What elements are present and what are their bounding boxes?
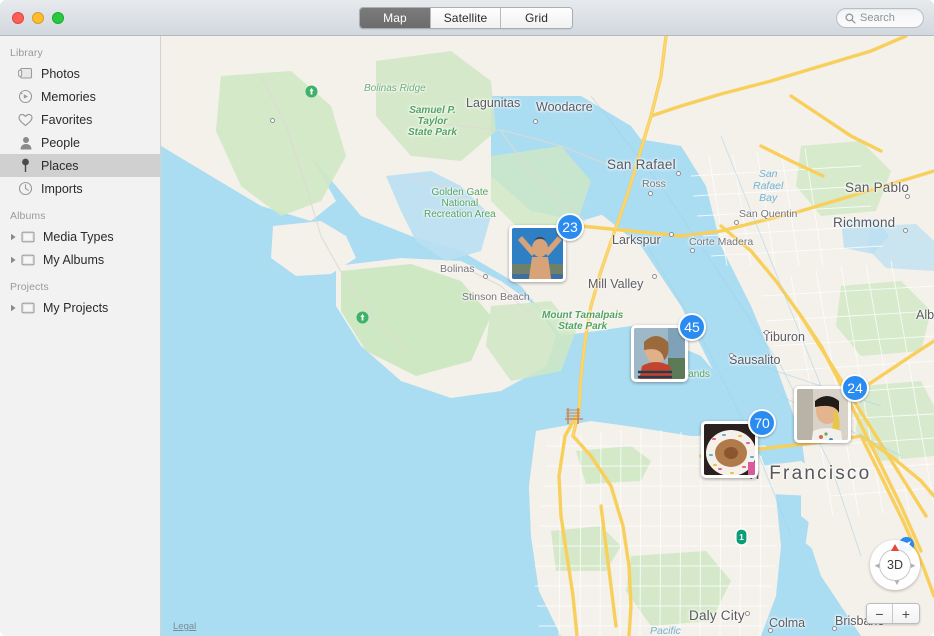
photo-cluster-45[interactable]: 45 <box>631 325 688 382</box>
sidebar-item-media-types[interactable]: Media Types <box>0 225 160 248</box>
search-input[interactable]: Search <box>836 8 924 28</box>
pan-left-arrow-icon[interactable]: ◄ <box>873 561 881 570</box>
cluster-count-badge[interactable]: 23 <box>556 213 584 241</box>
heart-icon <box>17 112 34 127</box>
cluster-pointer-tail <box>818 442 828 443</box>
sidebar-item-label: People <box>41 136 80 150</box>
folder-icon <box>19 300 36 315</box>
memories-icon <box>17 89 34 104</box>
folder-icon <box>19 229 36 244</box>
sidebar-item-photos[interactable]: Photos <box>0 62 160 85</box>
sidebar-section-library-header: Library <box>0 43 160 62</box>
person-icon <box>17 135 34 150</box>
minimize-button[interactable] <box>32 12 44 24</box>
zoom-controls[interactable]: − + <box>866 603 920 624</box>
photos-icon <box>17 66 34 81</box>
zoom-in-button[interactable]: + <box>893 604 919 623</box>
close-button[interactable] <box>12 12 24 24</box>
chevron-right-icon[interactable] <box>8 256 18 264</box>
sidebar-item-places[interactable]: Places <box>0 154 160 177</box>
window-titlebar: Map Satellite Grid Search <box>0 0 934 36</box>
sidebar-item-label: Favorites <box>41 113 92 127</box>
pin-icon <box>17 158 34 173</box>
clock-icon <box>17 181 34 196</box>
compass-3d-toggle[interactable]: ◄ ► ▼ 3D <box>870 540 920 590</box>
chevron-right-icon[interactable] <box>8 304 18 312</box>
sidebar: Library Photos Memories <box>0 36 161 636</box>
sidebar-item-label: Media Types <box>43 230 114 244</box>
sidebar-item-imports[interactable]: Imports <box>0 177 160 200</box>
sidebar-item-label: My Albums <box>43 253 104 267</box>
pan-down-arrow-icon[interactable]: ▼ <box>893 578 901 587</box>
sidebar-item-memories[interactable]: Memories <box>0 85 160 108</box>
compass-3d-label[interactable]: 3D <box>879 549 911 581</box>
chevron-right-icon[interactable] <box>8 233 18 241</box>
photo-cluster-24[interactable]: 24 <box>794 386 851 443</box>
folder-icon <box>19 252 36 267</box>
sidebar-item-my-projects[interactable]: My Projects <box>0 296 160 319</box>
photo-cluster-23[interactable]: 23 <box>509 225 566 282</box>
places-map[interactable]: Bolinas RidgeLagunitasWoodacreSamuel P.T… <box>161 36 934 636</box>
sidebar-item-label: Imports <box>41 182 83 196</box>
search-placeholder: Search <box>860 12 895 24</box>
cluster-count-badge[interactable]: 45 <box>678 313 706 341</box>
view-mode-segmented-control[interactable]: Map Satellite Grid <box>359 7 573 29</box>
photos-app-window: Map Satellite Grid Search Library Photos <box>0 0 934 636</box>
sidebar-item-favorites[interactable]: Favorites <box>0 108 160 131</box>
north-needle-icon <box>891 544 899 551</box>
legal-link[interactable]: Legal <box>173 621 196 632</box>
zoom-button[interactable] <box>52 12 64 24</box>
sidebar-item-people[interactable]: People <box>0 131 160 154</box>
tab-satellite[interactable]: Satellite <box>431 8 501 28</box>
cluster-pointer-tail <box>725 477 735 478</box>
sidebar-item-label: My Projects <box>43 301 108 315</box>
sidebar-section-albums-header: Albums <box>0 200 160 225</box>
sidebar-section-projects-header: Projects <box>0 271 160 296</box>
traffic-light-controls <box>12 12 64 24</box>
search-icon <box>845 13 856 24</box>
zoom-out-button[interactable]: − <box>867 604 893 623</box>
sidebar-item-label: Places <box>41 159 79 173</box>
pan-right-arrow-icon[interactable]: ► <box>909 561 917 570</box>
tab-map[interactable]: Map <box>360 8 431 28</box>
tab-grid[interactable]: Grid <box>501 8 572 28</box>
cluster-count-badge[interactable]: 70 <box>748 409 776 437</box>
map-canvas <box>161 36 934 636</box>
sidebar-item-label: Memories <box>41 90 96 104</box>
cluster-count-badge[interactable]: 24 <box>841 374 869 402</box>
sidebar-item-my-albums[interactable]: My Albums <box>0 248 160 271</box>
photo-cluster-70[interactable]: 70 <box>701 421 758 478</box>
cluster-pointer-tail <box>533 281 543 282</box>
cluster-pointer-tail <box>655 381 665 382</box>
sidebar-item-label: Photos <box>41 67 80 81</box>
